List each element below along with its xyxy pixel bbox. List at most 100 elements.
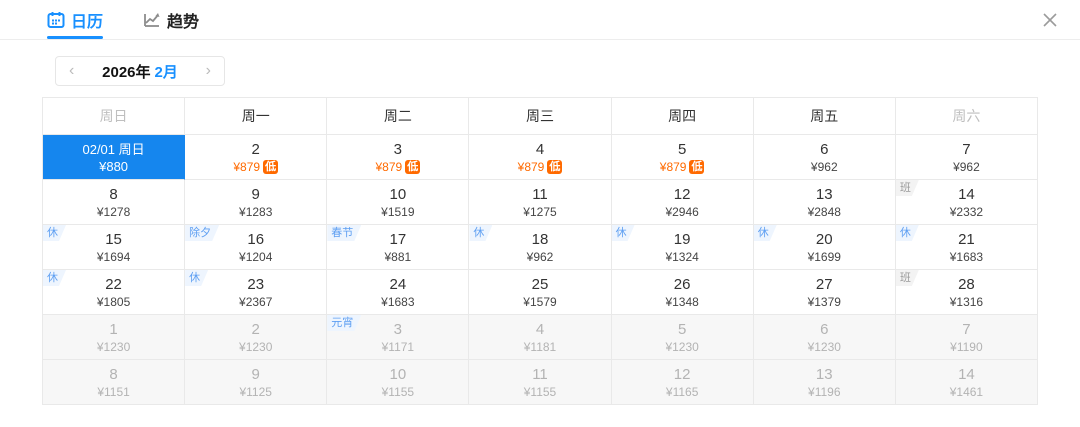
calendar-cell[interactable]: 休 19 ¥1324 [611, 225, 754, 270]
day-number: 3 [393, 320, 403, 338]
calendar-cell[interactable]: 春节 17 ¥881 [327, 225, 470, 270]
calendar-cell[interactable]: 2 ¥879 低 [185, 135, 328, 180]
price-label: ¥879 [517, 159, 545, 174]
calendar-cell[interactable]: 休 23 ¥2367 [185, 270, 328, 315]
day-number: 1 [109, 320, 118, 338]
price-line: ¥2946 [665, 205, 698, 219]
prev-month-chevron-icon[interactable]: ‹ [69, 63, 74, 79]
tab-bar: 日历 趋势 [0, 0, 1080, 39]
price-line: ¥1171 [382, 340, 414, 354]
calendar-cell[interactable]: 12 ¥2946 [611, 180, 754, 225]
calendar-cell[interactable]: 27 ¥1379 [753, 270, 896, 315]
calendar-row: 8 ¥1278 9 ¥1283 10 ¥1519 11 ¥1275 12 ¥2946 13 ¥2848… [43, 180, 1038, 225]
calendar-cell[interactable]: 12 ¥1165 [611, 360, 754, 405]
day-number: 9 [251, 365, 260, 383]
calendar-row: 1 ¥1230 2 ¥1230 元宵 3 ¥1171 4 ¥1181 5 ¥1230 6 ¥1230 7 ¥… [43, 315, 1038, 360]
day-number: 7 [962, 320, 971, 338]
calendar-cell[interactable]: 元宵 3 ¥1171 [327, 315, 470, 360]
calendar-cell[interactable]: 6 ¥1230 [753, 315, 896, 360]
tab-calendar-label: 日历 [71, 13, 104, 31]
price-label: ¥2332 [949, 204, 984, 219]
close-icon[interactable] [1036, 6, 1064, 34]
calendar-cell[interactable]: 除夕 16 ¥1204 [185, 225, 328, 270]
price-line: ¥879 低 [660, 159, 705, 174]
next-month-chevron-icon[interactable]: › [206, 63, 211, 79]
price-label: ¥880 [99, 158, 129, 174]
calendar-cell[interactable]: 25 ¥1579 [469, 270, 612, 315]
calendar-cell[interactable]: 休 20 ¥1699 [753, 225, 896, 270]
calendar-cell[interactable]: 24 ¥1683 [327, 270, 470, 315]
weekday-header: 周六 [895, 98, 1038, 135]
calendar-cell[interactable]: 休 21 ¥1683 [895, 225, 1038, 270]
month-navigator: ‹ 2026年 2月 › [55, 56, 225, 86]
calendar-cell[interactable]: 5 ¥1230 [611, 315, 754, 360]
price-line: ¥879 低 [376, 159, 421, 174]
price-label: ¥962 [526, 249, 554, 264]
calendar-cell[interactable]: 11 ¥1155 [469, 360, 612, 405]
day-number: 5 [677, 320, 687, 338]
holiday-badge: 休 [43, 270, 66, 286]
calendar-cell[interactable]: 8 ¥1278 [43, 180, 186, 225]
tab-trend[interactable]: 趋势 [143, 0, 199, 39]
holiday-badge: 休 [896, 225, 919, 241]
calendar-cell[interactable]: 13 ¥2848 [753, 180, 896, 225]
price-line: ¥1316 [950, 295, 983, 309]
price-label: ¥879 [233, 159, 261, 174]
price-label: ¥1275 [523, 204, 557, 219]
calendar-cell-selected[interactable]: 02/01 周日 ¥880 [43, 135, 186, 180]
price-label: ¥1683 [381, 294, 415, 309]
holiday-badge: 元宵 [327, 315, 361, 331]
day-number: 11 [532, 365, 548, 383]
calendar-cell[interactable]: 9 ¥1125 [185, 360, 328, 405]
day-number: 10 [389, 365, 407, 383]
price-label: ¥1151 [97, 384, 130, 399]
calendar-body: 02/01 周日 ¥880 2 ¥879 低 3 ¥879 低 4 ¥879 低 5 ¥879 低 6 ¥96… [43, 135, 1038, 405]
calendar-cell[interactable]: 4 ¥879 低 [469, 135, 612, 180]
price-line: ¥1190 [950, 340, 982, 354]
workday-badge: 班 [896, 270, 919, 286]
price-label: ¥1230 [807, 339, 841, 354]
calendar-cell[interactable]: 26 ¥1348 [611, 270, 754, 315]
day-number: 5 [677, 140, 687, 158]
calendar-cell[interactable]: 2 ¥1230 [185, 315, 328, 360]
calendar-cell[interactable]: 3 ¥879 低 [327, 135, 470, 180]
price-line: ¥962 [953, 160, 980, 174]
tab-calendar[interactable]: 日历 [47, 0, 104, 39]
calendar-cell[interactable]: 7 ¥1190 [895, 315, 1038, 360]
calendar-cell[interactable]: 9 ¥1283 [185, 180, 328, 225]
calendar-cell[interactable]: 6 ¥962 [753, 135, 896, 180]
price-line: ¥1196 [808, 385, 840, 399]
day-number: 11 [532, 185, 548, 203]
price-line: ¥1348 [665, 295, 698, 309]
day-number: 18 [531, 230, 549, 248]
calendar-cell[interactable]: 7 ¥962 [895, 135, 1038, 180]
calendar-cell[interactable]: 休 18 ¥962 [469, 225, 612, 270]
calendar-cell[interactable]: 班 28 ¥1316 [895, 270, 1038, 315]
weekday-header: 周三 [469, 98, 612, 135]
calendar-cell[interactable]: 14 ¥1461 [895, 360, 1038, 405]
price-line: ¥1165 [666, 385, 698, 399]
calendar-cell[interactable]: 1 ¥1230 [43, 315, 186, 360]
price-line: ¥1230 [239, 340, 272, 354]
calendar-cell[interactable]: 班 14 ¥2332 [895, 180, 1038, 225]
calendar-cell[interactable]: 10 ¥1155 [327, 360, 470, 405]
calendar-cell[interactable]: 4 ¥1181 [469, 315, 612, 360]
calendar-cell[interactable]: 11 ¥1275 [469, 180, 612, 225]
price-label: ¥881 [384, 249, 412, 264]
calendar-cell[interactable]: 10 ¥1519 [327, 180, 470, 225]
calendar-cell[interactable]: 13 ¥1196 [753, 360, 896, 405]
calendar-cell[interactable]: 8 ¥1151 [43, 360, 186, 405]
price-label: ¥1324 [665, 249, 699, 264]
day-number: 17 [389, 230, 407, 248]
day-number: 22 [105, 275, 122, 293]
price-line: ¥1204 [239, 250, 272, 264]
weekday-header: 周五 [753, 98, 896, 135]
price-line: ¥1683 [381, 295, 414, 309]
day-number: 02/01 周日 [82, 141, 145, 157]
calendar-cell[interactable]: 休 22 ¥1805 [43, 270, 186, 315]
calendar-cell[interactable]: 5 ¥879 低 [611, 135, 754, 180]
day-number: 12 [673, 365, 691, 383]
day-number: 6 [820, 320, 829, 338]
price-label: ¥1181 [523, 339, 557, 354]
calendar-cell[interactable]: 休 15 ¥1694 [43, 225, 186, 270]
